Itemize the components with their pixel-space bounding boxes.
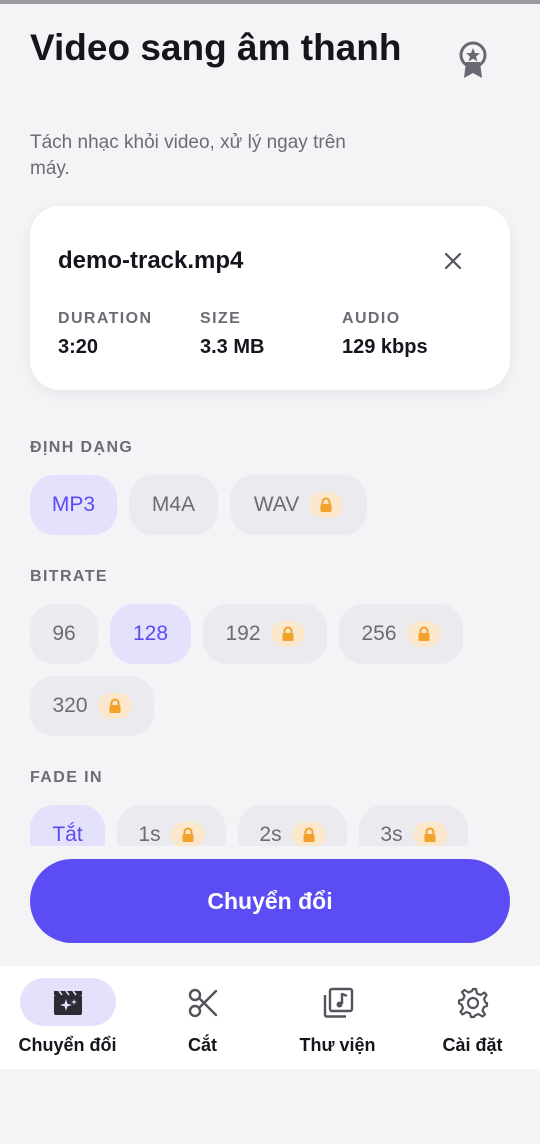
nav-label: Thư viện [299,1035,376,1055]
chip-label: M4A [151,493,196,516]
nav-label: Cài đặt [442,1035,503,1055]
fade-chip-1s[interactable]: 1s [117,805,226,846]
stat-value: 3.3 MB [200,336,265,358]
bitrate-chip-256[interactable]: 256 [339,604,463,664]
nav-label: Chuyển đổi [18,1035,117,1055]
stat-duration: DURATION 3:20 [58,310,152,359]
music-library-icon [323,987,353,1018]
stat-size: SIZE 3.3 MB [200,310,264,359]
stat-label: DURATION [58,310,153,327]
stat-label: SIZE [200,310,242,327]
lock-icon [406,621,441,647]
stat-audio: AUDIO 129 kbps [342,310,428,359]
clapperboard-sparkle-icon [53,990,82,1015]
chip-label: 1s [138,823,161,846]
format-chip-m4a[interactable]: M4A [129,475,218,535]
bitrate-section-label: BITRATE [30,568,108,585]
page-subtitle: Tách nhạc khỏi video, xử lý ngay trên má… [30,132,346,179]
bitrate-chip-192[interactable]: 192 [203,604,327,664]
premium-badge-icon[interactable] [456,40,490,80]
format-section-label: ĐỊNH DẠNG [30,439,134,456]
lock-icon [291,822,326,846]
file-name: demo-track.mp4 [58,247,244,274]
nav-item-cut[interactable]: Cắt [135,966,270,1069]
format-options: MP3 M4A WAV [30,475,367,535]
chip-label: Tắt [52,823,83,846]
fade-in-options: Tắt 1s 2s 3s [30,805,468,846]
fade-chip-3s[interactable]: 3s [359,805,468,846]
nav-item-settings[interactable]: Cài đặt [405,966,540,1069]
format-chip-wav[interactable]: WAV [230,475,367,535]
scissors-icon [188,988,217,1018]
file-info-card: demo-track.mp4 DURATION 3:20 SIZE 3.3 MB… [30,206,510,390]
format-chip-mp3[interactable]: MP3 [30,475,117,535]
stat-value: 129 kbps [342,336,428,358]
status-bar-line [0,0,540,4]
bitrate-chip-320[interactable]: 320 [30,676,154,736]
gear-icon [457,987,488,1019]
chip-label: WAV [253,493,300,516]
lock-icon [270,621,305,647]
nav-item-convert[interactable]: Chuyển đổi [0,966,135,1069]
chip-label: 3s [380,823,403,846]
fade-chip-off[interactable]: Tắt [30,805,105,846]
lock-icon [97,693,132,719]
bitrate-options-row-2: 320 [30,676,154,736]
chip-label: MP3 [51,493,96,516]
chip-label: 256 [361,622,397,645]
close-icon [444,252,462,270]
bitrate-chip-96[interactable]: 96 [30,604,98,664]
chip-label: 96 [52,622,76,645]
bottom-nav: Chuyển đổi Cắt Thư viện Cài đặt [0,966,540,1069]
page-title: Video sang âm thanh [30,27,402,68]
chip-label: 2s [259,823,282,846]
lock-icon [170,822,205,846]
bitrate-chip-128[interactable]: 128 [110,604,191,664]
stat-value: 3:20 [58,336,99,358]
chip-label: 192 [225,622,261,645]
fade-in-section-label: FADE IN [30,769,103,786]
lock-icon [412,822,447,846]
chip-label: 320 [52,694,88,717]
convert-button[interactable]: Chuyển đổi [30,859,510,943]
nav-item-library[interactable]: Thư viện [270,966,405,1069]
remove-file-button[interactable] [438,246,468,276]
bitrate-options-row-1: 96 128 192 256 [30,604,463,664]
stat-label: AUDIO [342,310,401,327]
nav-label: Cắt [187,1035,217,1055]
lock-icon [309,492,344,518]
chip-label: 128 [132,622,169,645]
fade-in-scroll-area: Tắt 1s 2s 3s [0,800,540,846]
fade-chip-2s[interactable]: 2s [238,805,347,846]
